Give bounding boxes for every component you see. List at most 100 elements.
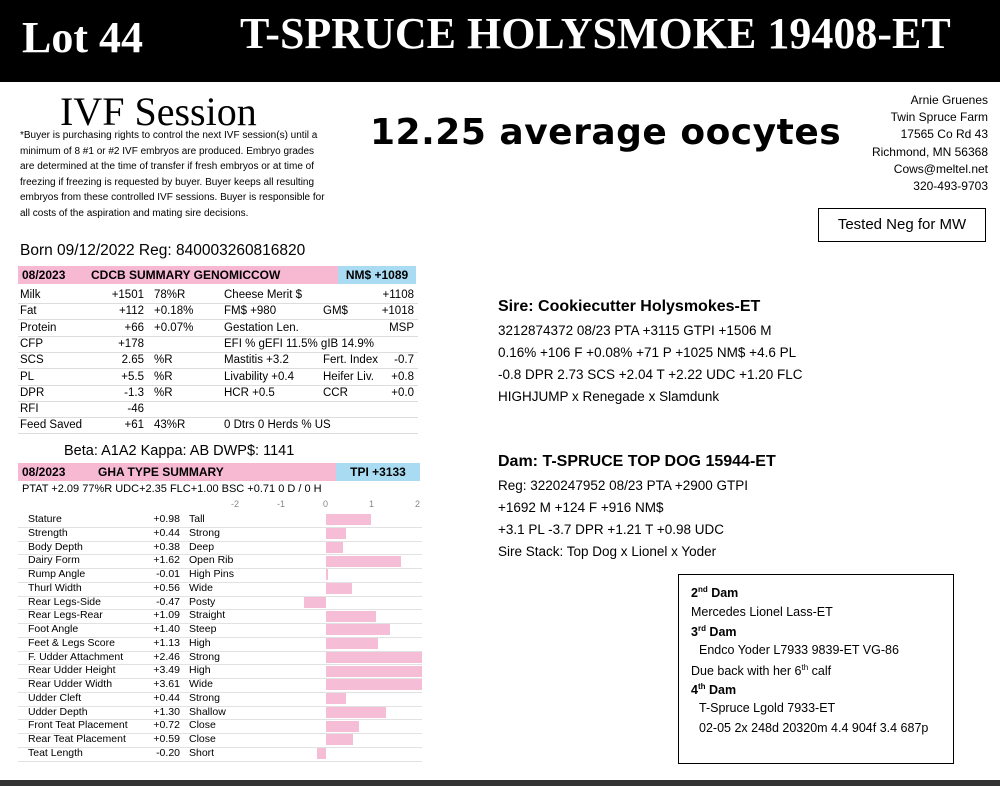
cdcb-cell: Fert. Index bbox=[323, 354, 378, 367]
cdcb-cell: +0.8 bbox=[391, 370, 414, 383]
gha-trait-row: Udder Depth +1.30 Shallow bbox=[18, 706, 422, 721]
trait-value: +1.30 bbox=[153, 705, 180, 718]
trait-descriptor: Strong bbox=[189, 526, 220, 539]
cdcb-cell: 43%R bbox=[154, 419, 186, 432]
owner-phone: 320-493-9703 bbox=[913, 179, 988, 194]
beta-kappa-dwp: Beta: A1A2 Kappa: AB DWP$: 1141 bbox=[64, 443, 295, 459]
cdcb-cell: DPR bbox=[20, 386, 45, 399]
pedigree-box: 2nd Dam Mercedes Lionel Lass-ET 3rd Dam … bbox=[678, 574, 954, 764]
dam-line: +3.1 PL -3.7 DPR +1.21 T +0.98 UDC bbox=[498, 522, 725, 537]
trait-value: +0.44 bbox=[153, 691, 180, 704]
trait-bar bbox=[326, 555, 401, 567]
trait-value: +1.09 bbox=[153, 609, 180, 622]
gha-date: 08/2023 bbox=[22, 465, 66, 479]
dam2-label: 2nd Dam bbox=[691, 585, 739, 601]
cdcb-cell: FM$ +980 bbox=[224, 305, 277, 318]
trait-value: +0.98 bbox=[153, 513, 180, 525]
dam3-label: 3rd Dam bbox=[691, 624, 737, 640]
tested-badge: Tested Neg for MW bbox=[818, 208, 986, 242]
dam-title: Dam: T-SPRUCE TOP DOG 15944-ET bbox=[498, 453, 776, 470]
owner-address: 17565 Co Rd 43 bbox=[900, 127, 988, 142]
cdcb-cell: Protein bbox=[20, 321, 57, 334]
trait-value: +1.40 bbox=[153, 623, 180, 635]
gha-trait-row: Udder Cleft +0.44 Strong bbox=[18, 692, 422, 707]
trait-descriptor: Shallow bbox=[189, 705, 226, 718]
trait-name: Front Teat Placement bbox=[28, 719, 128, 732]
cdcb-row: SCS 2.65 %R Mastitis +3.2 Fert. Index -0.7 bbox=[18, 352, 418, 370]
dam3-name: Endco Yoder L7933 9839-ET VG-86 bbox=[699, 643, 899, 657]
trait-descriptor: Straight bbox=[189, 609, 226, 622]
farm-name: Twin Spruce Farm bbox=[890, 110, 988, 125]
cdcb-cell: -46 bbox=[127, 403, 144, 416]
dam4-name: T-Spruce Lgold 7933-ET bbox=[699, 701, 836, 715]
trait-bar bbox=[326, 693, 347, 705]
trait-descriptor: High Pins bbox=[189, 568, 234, 580]
dam3-note: Due back with her 6th calf bbox=[691, 663, 832, 679]
gha-trait-row: Foot Angle +1.40 Steep bbox=[18, 623, 422, 638]
cdcb-cell: CCR bbox=[323, 386, 348, 399]
trait-bar bbox=[326, 679, 422, 691]
trait-name: Udder Cleft bbox=[28, 691, 82, 704]
cdcb-cell: +5.5 bbox=[121, 370, 144, 383]
sire-title: Sire: Cookiecutter Holysmokes-ET bbox=[498, 298, 761, 315]
tpi-value: TPI +3133 bbox=[336, 463, 420, 481]
trait-bar bbox=[304, 596, 326, 608]
axis-tick-label: -2 bbox=[231, 499, 240, 509]
cdcb-cell: %R bbox=[154, 386, 173, 399]
trait-name: Dairy Form bbox=[28, 554, 80, 567]
trait-value: +1.62 bbox=[153, 554, 180, 567]
axis-tick-label: -1 bbox=[277, 499, 286, 509]
cdcb-cell: +1018 bbox=[381, 305, 414, 318]
trait-name: Rear Udder Height bbox=[28, 664, 116, 677]
cdcb-cell: Heifer Liv. bbox=[323, 370, 374, 383]
trait-bar bbox=[325, 569, 328, 581]
header-bar: Lot 44 T-SPRUCE HOLYSMOKE 19408-ET bbox=[0, 0, 1000, 82]
trait-descriptor: High bbox=[189, 636, 211, 649]
cdcb-cell: Livability +0.4 bbox=[224, 370, 294, 383]
trait-descriptor: Steep bbox=[189, 623, 217, 635]
gha-trait-row: Body Depth +0.38 Deep bbox=[18, 541, 422, 556]
trait-bar bbox=[326, 638, 378, 650]
trait-name: Rear Teat Placement bbox=[28, 733, 126, 745]
trait-descriptor: Strong bbox=[189, 691, 220, 704]
dam2-name: Mercedes Lionel Lass-ET bbox=[691, 605, 833, 619]
gha-header: 08/2023 GHA TYPE SUMMARY bbox=[18, 463, 336, 481]
trait-descriptor: Wide bbox=[189, 678, 213, 690]
sire-line: 0.16% +106 F +0.08% +71 P +1025 NM$ +4.6… bbox=[498, 345, 797, 360]
gha-trait-row: Front Teat Placement +0.72 Close bbox=[18, 719, 422, 735]
trait-name: Rear Legs-Rear bbox=[28, 609, 103, 622]
trait-bar bbox=[326, 651, 422, 663]
trait-bar bbox=[326, 528, 347, 540]
trait-value: +0.72 bbox=[153, 719, 180, 732]
dam4-record: 02-05 2x 248d 20320m 4.4 904f 3.4 687p bbox=[699, 721, 929, 735]
owner-name: Arnie Gruenes bbox=[910, 93, 988, 107]
cdcb-cell: +0.07% bbox=[154, 321, 194, 334]
trait-name: Feet & Legs Score bbox=[28, 636, 115, 649]
trait-bar bbox=[326, 514, 372, 526]
trait-bar bbox=[326, 706, 386, 718]
trait-value: +0.38 bbox=[153, 540, 180, 553]
trait-name: Rear Legs-Side bbox=[28, 595, 101, 608]
gha-trait-row: Rear Teat Placement +0.59 Close bbox=[18, 733, 422, 748]
trait-bar bbox=[326, 541, 344, 553]
trait-bar bbox=[326, 665, 422, 677]
trait-descriptor: Deep bbox=[189, 540, 215, 553]
trait-value: +3.49 bbox=[153, 664, 180, 677]
trait-name: Foot Angle bbox=[28, 623, 79, 635]
cdcb-cell: Feed Saved bbox=[20, 419, 83, 432]
axis-tick-label: 0 bbox=[323, 499, 329, 509]
lot-number: Lot 44 bbox=[22, 13, 143, 62]
dam-line: +1692 M +124 F +916 NM$ bbox=[498, 500, 664, 515]
dam-details: Reg: 3220247952 08/23 PTA +2900 GTPI +16… bbox=[498, 475, 748, 563]
trait-bar bbox=[326, 583, 352, 595]
animal-name: T-SPRUCE HOLYSMOKE 19408-ET bbox=[240, 9, 951, 58]
trait-name: Udder Depth bbox=[28, 705, 88, 718]
cdcb-cell: 2.65 bbox=[121, 354, 144, 367]
cdcb-cell: -1.3 bbox=[124, 386, 144, 399]
cdcb-cell: 0 Dtrs 0 Herds % US bbox=[224, 419, 331, 432]
trait-value: +2.46 bbox=[153, 650, 180, 663]
cdcb-row: Protein +66 +0.07% Gestation Len. MSP bbox=[18, 320, 418, 337]
gha-type-summary: 08/2023 GHA TYPE SUMMARY TPI +3133 PTAT … bbox=[18, 463, 430, 763]
cdcb-cell: Gestation Len. bbox=[224, 321, 299, 334]
cdcb-title: CDCB SUMMARY GENOMICCOW bbox=[91, 268, 281, 282]
